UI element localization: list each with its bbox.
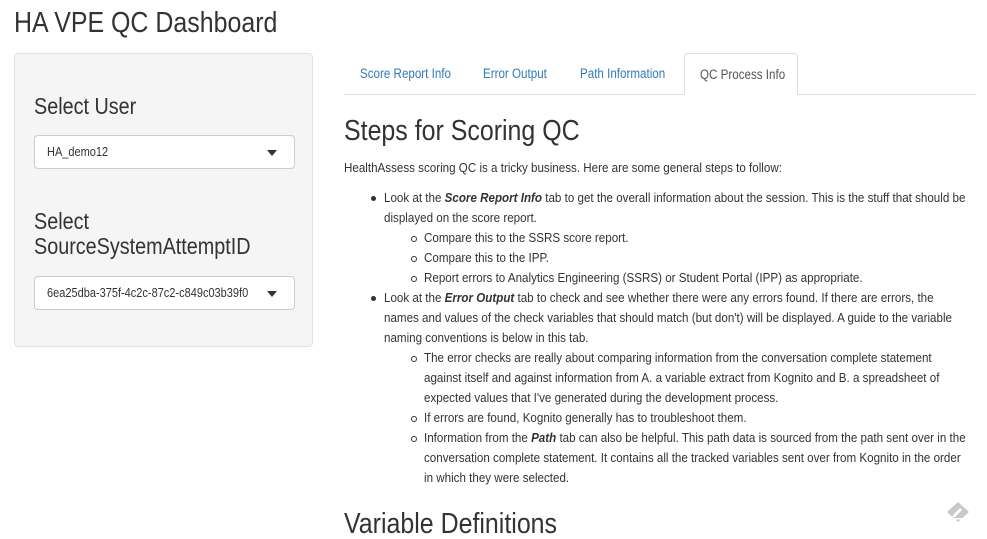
bullet-1-line-2: displayed on the score report. [384, 210, 537, 225]
bullet-2-sub-3-line-2: conversation complete statement. It cont… [424, 450, 961, 465]
select-attempt-label-line2: SourceSystemAttemptID [34, 233, 251, 259]
bullet-2-sub-1-line-3: expected values that I've generated duri… [424, 390, 779, 405]
section-heading-steps: Steps for Scoring QC [344, 115, 580, 147]
sub-bullet-icon [411, 416, 417, 422]
select-user-value: HA_demo12 [47, 145, 109, 159]
bullet-2-line-2: names and values of the check variables … [384, 310, 952, 325]
tab-qc-process-info[interactable]: QC Process Info [684, 53, 798, 95]
edit-icon[interactable] [946, 501, 970, 523]
bullet-2-sub-1-line-1: The error checks are really about compar… [424, 350, 932, 365]
intro-text: HealthAssess scoring QC is a tricky busi… [344, 160, 782, 175]
select-attempt-label-line1: Select [34, 208, 89, 234]
bullet-1-sub-1: Compare this to the SSRS score report. [424, 230, 629, 245]
sidebar-panel: Select User HA_demo12 Select SourceSyste… [14, 53, 313, 347]
path-emphasis: Path [531, 430, 557, 445]
bullet-1-line-1: Look at the Score Report Info tab to get… [384, 190, 966, 205]
select-user-dropdown[interactable]: HA_demo12 [34, 135, 295, 169]
chevron-down-icon [267, 150, 277, 156]
tab-score-report-info[interactable]: Score Report Info [360, 53, 470, 95]
bullet-icon [371, 196, 376, 201]
chevron-down-icon [267, 291, 277, 297]
bullet-2-line-1: Look at the Error Output tab to check an… [384, 290, 934, 305]
select-attempt-value: 6ea25dba-375f-4c2c-87c2-c849c03b39f0 [47, 286, 249, 300]
bullet-2-line-3: naming conventions is below in this tab. [384, 330, 589, 345]
select-user-label: Select User [34, 93, 137, 119]
error-output-emphasis: Error Output [444, 290, 515, 305]
bullet-icon [371, 296, 376, 301]
tab-error-output[interactable]: Error Output [483, 53, 573, 95]
tab-path-information[interactable]: Path Information [580, 53, 690, 95]
bullet-2-sub-1-line-2: against itself and against information f… [424, 370, 940, 385]
bullet-1-sub-3: Report errors to Analytics Engineering (… [424, 270, 863, 285]
bullet-2-sub-2: If errors are found, Kognito generally h… [424, 410, 747, 425]
score-report-info-emphasis: Score Report Info [444, 190, 543, 205]
main-content: Steps for Scoring QC HealthAssess scorin… [344, 110, 976, 485]
sub-bullet-icon [411, 236, 417, 242]
sub-bullet-icon [411, 356, 417, 362]
select-attempt-dropdown[interactable]: 6ea25dba-375f-4c2c-87c2-c849c03b39f0 [34, 276, 295, 310]
page: HA VPE QC Dashboard Select User HA_demo1… [0, 0, 987, 539]
bullet-2-sub-3-line-1: Information from the Path tab can also b… [424, 430, 966, 445]
sub-bullet-icon [411, 436, 417, 442]
bullet-1-sub-2: Compare this to the IPP. [424, 250, 549, 265]
section-heading-variable-definitions: Variable Definitions [344, 508, 558, 539]
tab-bar: Score Report Info Error Output Path Info… [344, 53, 976, 95]
sub-bullet-icon [411, 256, 417, 262]
bullet-2-sub-3-line-3: in which they were selected. [424, 470, 570, 485]
app-title: HA VPE QC Dashboard [14, 7, 278, 39]
sub-bullet-icon [411, 276, 417, 282]
